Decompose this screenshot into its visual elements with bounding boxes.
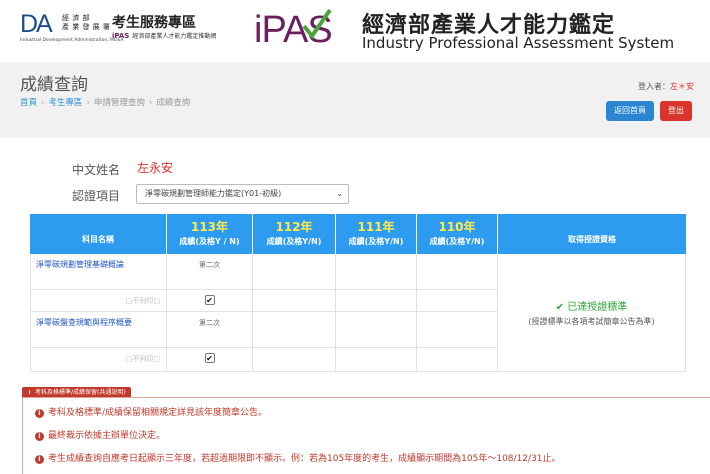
score-cell-1-112: [253, 254, 336, 290]
ipas-logo[interactable]: iPAS: [252, 4, 356, 50]
score-cell-2-111: [336, 312, 417, 348]
score-cell-1-113: 第二次: [167, 254, 253, 290]
th-year-112: 112年 成績(及格Y/N): [253, 214, 336, 254]
logout-button[interactable]: 登出: [660, 101, 692, 121]
th-year-111-sub: 成績(及格Y/N): [348, 237, 404, 246]
exam-center-sub-text: 經濟部產業人才能力鑑定推動網: [132, 33, 217, 40]
th-subject-label: 科目名稱: [82, 235, 114, 244]
check-icon: ✔: [555, 302, 568, 313]
login-info: 登入者：左＊安: [638, 81, 694, 92]
score-cell-2-112: [253, 312, 336, 348]
th-year-111-label: 111年: [357, 220, 395, 234]
agency-name-cn: 經 濟 部 產 業 發 展 署: [62, 14, 110, 32]
not-listed-label-2: □不列印□: [125, 355, 160, 363]
checkbox-cell-1-111: [336, 290, 417, 312]
attempt-label-2: 第二次: [199, 319, 220, 327]
note-item-2: i 最終裁示依據主辦單位決定。: [35, 428, 165, 441]
info-icon: i: [35, 409, 44, 418]
qualification-cell: ✔ 已達授證標準 (授證標準以各項考試簡章公告為準): [498, 254, 686, 372]
ipas-mini-logo: iPAS: [112, 32, 130, 40]
ida-logo[interactable]: DA: [20, 10, 60, 36]
note-text-3: 考生成績查詢自應考日起顯示三年度，若超過期限即不顯示。例：若為105年度的考生，…: [48, 454, 561, 464]
cert-label: 認證項目: [72, 189, 121, 203]
th-year-112-label: 112年: [275, 220, 313, 234]
site-header: DA 經 濟 部 產 業 發 展 署 Industrial Developmen…: [0, 0, 710, 62]
chevron-right-icon: ›: [41, 98, 45, 108]
exam-center-sub: iPAS 經濟部產業人才能力鑑定推動網: [112, 31, 216, 40]
not-listed-cell-1: □不列印□: [30, 290, 167, 312]
info-icon: i: [35, 432, 44, 441]
agency-name-en: Industrial Development Administration, M…: [20, 38, 124, 43]
ida-logo-text: DA: [20, 10, 53, 36]
cert-selected: 淨零碳規劃管理師能力鑑定(Y01-初級): [145, 189, 282, 198]
checkbox-cell-2-110: [417, 348, 498, 372]
brand-title-en: Industry Professional Assessment System: [362, 34, 675, 52]
table-row-subject-2: 淨零碳盤查規範與程序概要: [30, 312, 167, 348]
note-text-1: 考科及格標準/成績保留相關規定詳見該年度簡章公告。: [48, 408, 268, 418]
note-text-2: 最終裁示依據主辦單位決定。: [48, 431, 166, 441]
th-qualification-label: 取得授證資格: [568, 235, 616, 244]
th-year-110-sub: 成績(及格Y/N): [429, 237, 485, 246]
note-item-1: i 考科及格標準/成績保留相關規定詳見該年度簡章公告。: [35, 405, 267, 418]
checkbox-cell-2-111: [336, 348, 417, 372]
th-year-111: 111年 成績(及格Y/N): [336, 214, 417, 254]
agency-name-line2: 產 業 發 展 署: [62, 23, 111, 31]
info-icon: i: [26, 390, 33, 397]
checkbox-cell-2: ✔: [167, 348, 253, 372]
chevron-down-icon: ⌄: [336, 189, 343, 198]
notes-tag-text: 考科及格標準/成績保留(共通說明): [35, 389, 126, 396]
page-title: 成績查詢: [20, 75, 88, 95]
th-year-110-label: 110年: [438, 220, 476, 234]
home-button[interactable]: 返回首頁: [606, 101, 654, 121]
breadcrumb-exam-area[interactable]: 考生專區: [48, 98, 82, 108]
name-label: 中文姓名: [72, 163, 121, 177]
login-user: 左＊安: [670, 82, 694, 91]
th-year-112-sub: 成績(及格Y/N): [266, 237, 322, 246]
name-value: 左永安: [137, 161, 174, 175]
cert-select[interactable]: 淨零碳規劃管理師能力鑑定(Y01-初級) ⌄: [136, 184, 349, 204]
th-qualification: 取得授證資格: [498, 214, 686, 254]
chevron-right-icon: ›: [148, 98, 153, 108]
breadcrumb: 首頁 › 考生專區 › 申請管理查詢 › 成績查詢: [20, 96, 190, 108]
breadcrumb-home[interactable]: 首頁: [20, 98, 37, 108]
breadcrumb-application: 申請管理查詢: [93, 98, 145, 108]
checkbox-2[interactable]: ✔: [204, 353, 215, 363]
agency-name-line1: 經 濟 部: [62, 14, 90, 22]
breadcrumb-current: 成績查詢: [156, 98, 191, 108]
checkbox-cell-2-112: [253, 348, 336, 372]
score-cell-1-110: [417, 254, 498, 290]
not-listed-cell-2: □不列印□: [30, 348, 167, 372]
ipas-logo-text: iPAS: [254, 9, 332, 50]
checkbox-1[interactable]: ✔: [204, 295, 215, 305]
qualification-note: (授證標準以各項考試簡章公告為準): [528, 317, 655, 326]
th-year-113-sub: 成績(及格Y / N): [179, 237, 240, 246]
checkbox-cell-1-112: [253, 290, 336, 312]
checkbox-cell-1-110: [417, 290, 498, 312]
login-label: 登入者：: [638, 82, 670, 91]
th-year-110: 110年 成績(及格Y/N): [417, 214, 498, 254]
qualification-status: ✔ 已達授證標準: [498, 298, 685, 313]
exam-center-title: 考生服務專區: [112, 15, 196, 31]
checkbox-cell-1: ✔: [167, 290, 253, 312]
table-row-subject-1: 淨零碳規劃管理基礎概論: [30, 254, 167, 290]
score-cell-1-111: [336, 254, 417, 290]
subject-link-1[interactable]: 淨零碳規劃管理基礎概論: [36, 259, 124, 270]
score-cell-2-113: 第二次: [167, 312, 253, 348]
title-bar: 成績查詢 首頁 › 考生專區 › 申請管理查詢 › 成績查詢 登入者：左＊安 返回首頁 登出: [0, 62, 710, 138]
th-year-113-label: 113年: [190, 220, 229, 234]
qualification-status-text: 已達授證標準: [567, 302, 628, 313]
th-subject: 科目名稱: [30, 214, 167, 254]
attempt-label-1: 第二次: [199, 261, 220, 269]
chevron-right-icon: ›: [86, 98, 90, 108]
score-cell-2-110: [417, 312, 498, 348]
note-item-3: i 考生成績查詢自應考日起顯示三年度，若超過期限即不顯示。例：若為105年度的考生…: [35, 451, 561, 464]
info-icon: i: [35, 455, 44, 464]
th-year-113: 113年 成績(及格Y / N): [167, 214, 253, 254]
subject-link-2[interactable]: 淨零碳盤查規範與程序概要: [36, 317, 132, 328]
not-listed-label-1: □不列印□: [125, 297, 160, 305]
notes-box: i 考科及格標準/成績保留相關規定詳見該年度簡章公告。 i 最終裁示依據主辦單位決定…: [22, 397, 710, 474]
